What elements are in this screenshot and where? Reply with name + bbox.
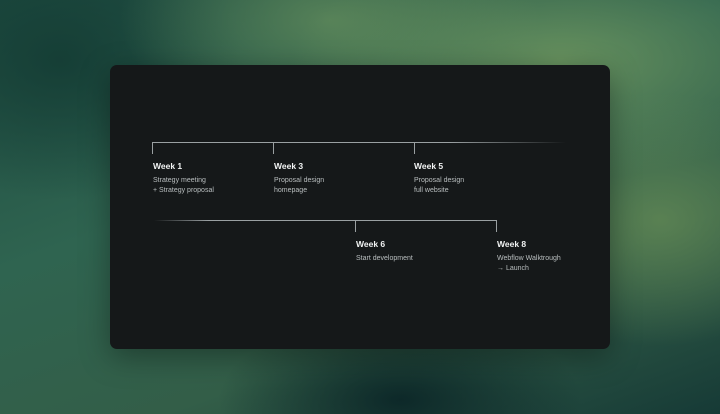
- milestone-tick: [496, 220, 497, 232]
- milestone-week-3: Week 3 Proposal design homepage: [274, 161, 404, 196]
- milestone-week-6: Week 6 Start development: [356, 239, 486, 264]
- timeline-rail-top: [152, 142, 566, 143]
- timeline-card: Week 1 Strategy meeting + Strategy propo…: [110, 65, 610, 349]
- milestone-description: Proposal design: [414, 177, 465, 184]
- milestone-description: Strategy meeting: [153, 177, 206, 184]
- milestone-description: Proposal design: [274, 177, 325, 184]
- milestone-title: Week 1: [153, 161, 183, 171]
- milestone-description: Webflow Walktrough: [497, 255, 561, 262]
- milestone-week-1: Week 1 Strategy meeting + Strategy propo…: [153, 161, 283, 196]
- milestone-tick: [355, 220, 356, 232]
- milestone-title: Week 6: [356, 239, 386, 249]
- milestone-description: Start development: [356, 255, 413, 262]
- milestone-title: Week 8: [497, 239, 527, 249]
- milestone-description: homepage: [274, 187, 308, 194]
- milestone-tick: [152, 142, 153, 154]
- timeline-rail-bottom: [154, 220, 497, 221]
- milestone-description: full website: [414, 187, 449, 194]
- milestone-title: Week 5: [414, 161, 444, 171]
- milestone-description: + Strategy proposal: [153, 187, 214, 194]
- milestone-description: → Launch: [497, 265, 529, 272]
- milestone-week-5: Week 5 Proposal design full website: [414, 161, 544, 196]
- milestone-title: Week 3: [274, 161, 304, 171]
- milestone-tick: [414, 142, 415, 154]
- milestone-tick: [273, 142, 274, 154]
- milestone-week-8: Week 8 Webflow Walktrough → Launch: [497, 239, 627, 274]
